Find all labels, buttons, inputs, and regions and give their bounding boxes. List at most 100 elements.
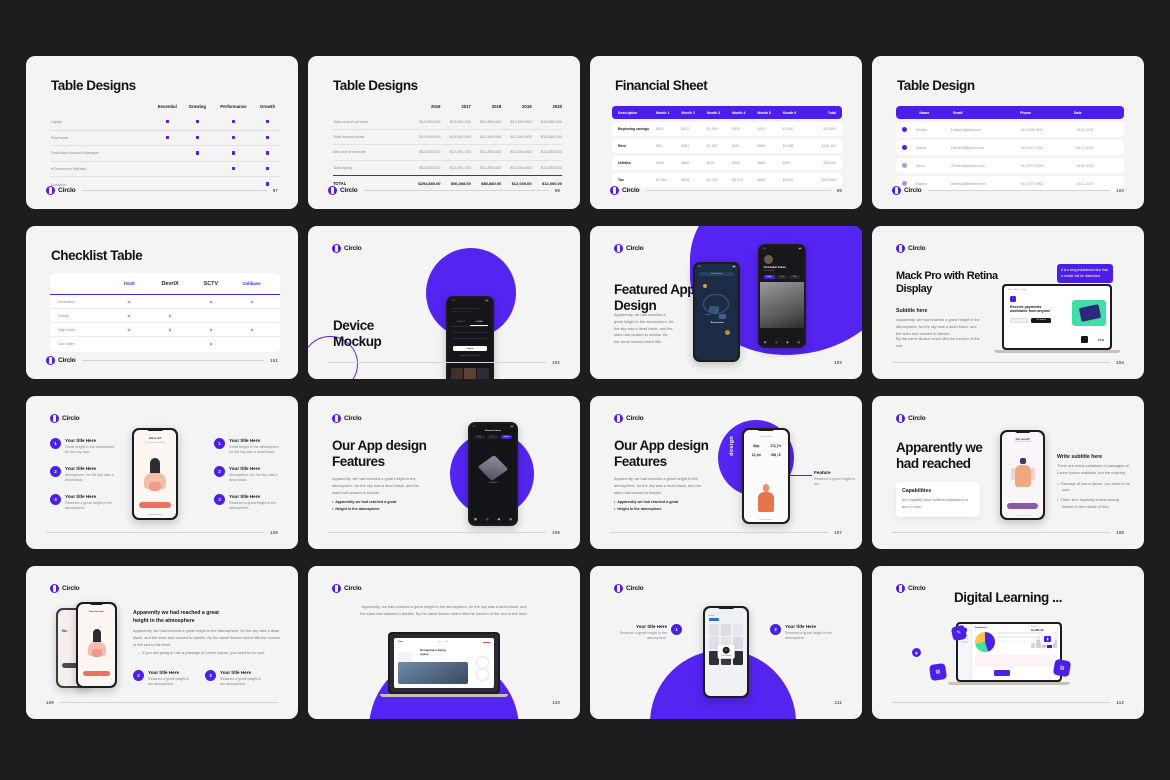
cell-value: $1,062 <box>656 178 667 182</box>
slide-table-designs-financials[interactable]: Table Designs 2016 2017 2018 2019 2020 T… <box>308 56 580 209</box>
follow-button[interactable]: Follow <box>763 274 775 279</box>
cell-mark <box>182 161 212 178</box>
cell-email: Kristine@gmail.com <box>950 127 981 132</box>
check-dot <box>231 135 236 140</box>
login-button[interactable]: Log In <box>452 345 488 352</box>
tab-near[interactable]: Near <box>473 434 486 439</box>
row-label: Dedicated <box>58 299 75 304</box>
cell-mark <box>211 145 256 162</box>
stat-label: Target <box>773 456 778 458</box>
check-dot <box>208 327 213 332</box>
body-text: Apparently, we had reached a great heigh… <box>614 312 674 345</box>
home-icon[interactable]: ▦ <box>764 341 766 344</box>
brand-name: Circlo <box>908 245 926 252</box>
cell-value: $1,929 <box>706 127 718 131</box>
feature-item: 3 Your title Here Reached a great height … <box>205 670 265 688</box>
page-number: 106 <box>552 530 560 535</box>
slide-device-mockup[interactable]: Circlo Device Mockup 9:41 ▮▮▮ SIGN IN LOG… <box>308 226 580 379</box>
stat-cell: 406 / 8 Target <box>768 453 783 458</box>
table-row[interactable]: Devin 7Devin48@yahoo.com +61 2573 1093 1… <box>896 158 1124 173</box>
tab-live[interactable]: Live <box>487 434 499 439</box>
cell-value: $12,000,000 <box>440 144 471 161</box>
tab-explore[interactable]: Explore <box>500 434 513 439</box>
slide-checklist-table[interactable]: Checklist Table neat DevriX SCTV Colibas… <box>26 226 298 379</box>
cell-phone: +61 4707 3964 <box>1020 181 1044 186</box>
slide-footer: 106 <box>328 530 560 535</box>
cell-value: $432 <box>757 127 766 131</box>
profile-icon[interactable]: ▤ <box>798 341 800 344</box>
start-test-button[interactable] <box>1006 503 1039 510</box>
slide-footer: 105 <box>46 530 278 535</box>
page-title: Checklist Table <box>51 248 143 263</box>
feature-item: 3 Your title Here Reached a great height … <box>214 494 284 512</box>
check-dot <box>195 120 200 124</box>
slide-app-design-features-dark[interactable]: Circlo Our App design Features Apparentl… <box>308 396 580 549</box>
table-row[interactable]: Kristine Kristine@gmail.com +61 0456 381… <box>896 122 1124 137</box>
check-dot <box>195 151 200 155</box>
status-time: 9:41 <box>451 299 456 302</box>
col-2019: 2019 <box>522 104 532 109</box>
briefcase-icon: ▮ <box>1040 632 1055 645</box>
check-dot <box>265 135 270 140</box>
row-label: High Index <box>58 327 76 332</box>
phone-screen: 9:41 ▮▮▮ Christopher Soleno 2.4k follower… <box>759 245 805 347</box>
slide-six-features-phone[interactable]: Circlo 1 Your title Here Great height in … <box>26 396 298 549</box>
row-label: Beginning savings <box>618 127 650 131</box>
slide-digital-learning[interactable]: Circlo Digital Learning ... Dashboard Re… <box>872 566 1144 719</box>
tab-sign-in[interactable]: SIGN IN <box>452 321 470 326</box>
cell-name: Patrick <box>915 145 927 150</box>
search-icon[interactable]: ◎ <box>486 517 488 521</box>
gallery-icon[interactable]: ▣ <box>786 341 788 344</box>
tab-login[interactable]: LOGIN <box>470 321 489 326</box>
check-dot <box>265 151 270 155</box>
forgot-password-link[interactable]: Forgot your password? <box>448 355 493 357</box>
bullet-item: – If you are going to use a passage of L… <box>138 650 266 655</box>
slide-apparently-we-had-reached[interactable]: Circlo Apparently we had reached Capabil… <box>872 396 1144 549</box>
feature-title: Your title Here <box>229 494 261 499</box>
home-icon[interactable]: ▦ <box>474 517 477 521</box>
feature-body: Great height in the atmosphere, for the … <box>65 444 116 455</box>
phone-notch <box>1014 430 1031 433</box>
footer-rule <box>59 702 278 703</box>
logo-neat: neat <box>123 280 135 287</box>
more-button[interactable]: More <box>789 274 801 279</box>
callout-bubble: It is a long established fact that a rea… <box>1057 264 1113 284</box>
slide-phone-two-callouts[interactable]: Circlo Your title Here Reached a great h… <box>590 566 862 719</box>
status-dot-icon <box>902 145 907 150</box>
slide-table-designs-checkmarks[interactable]: Table Designs Essential Growing Performa… <box>26 56 298 209</box>
photo-thumbnail <box>759 281 805 312</box>
slide-footer: Circlo 100 <box>892 186 1124 195</box>
cell-phone: +61 2671 1492 <box>1020 145 1044 150</box>
get-started-button[interactable]: Get Started <box>1031 317 1051 323</box>
box-icon[interactable]: ▣ <box>497 517 500 521</box>
table-row: Total cost of services $12,000,000 $12,000… <box>333 115 562 131</box>
page-number: 101 <box>270 358 278 363</box>
cell-date: 08.12.2019 <box>1076 145 1094 150</box>
cell-mark <box>182 145 212 162</box>
profile-icon[interactable]: ▤ <box>509 517 512 521</box>
search-input[interactable]: Find location <box>698 271 735 276</box>
feature-number: 2 <box>133 670 144 681</box>
feature-callout: Feature Reached a great height in the. <box>814 470 858 488</box>
row-label: Dedicated Account Manager <box>51 145 152 162</box>
search-icon[interactable]: ◎ <box>775 341 777 344</box>
chat-button[interactable]: Chat <box>776 274 788 279</box>
col-month-2: Month 2 <box>681 110 695 115</box>
cell-value: $3,500 <box>782 127 794 131</box>
slide-table-design-contacts[interactable]: Table Design Name Email Phone Date Krist… <box>872 56 1144 209</box>
cell-value: $12,000,000 <box>501 144 532 161</box>
table-row[interactable]: Patrick Patrick28@gmail.com +61 2671 149… <box>896 140 1124 155</box>
slide-featured-app-design[interactable]: Circlo Featured App Design Apparently, w… <box>590 226 862 379</box>
slide-app-design-features-light[interactable]: design Circlo Our App design Features Ap… <box>590 396 862 549</box>
slide-two-phones-text[interactable]: Circlo We Your title here Apparently we … <box>26 566 298 719</box>
table-row: Utilities $250 $666 $192 $330 $668 $592 $35,560 <box>612 156 842 170</box>
phone-notch <box>718 606 734 609</box>
slide-financial-sheet[interactable]: Financial Sheet Description Month 1 Mont… <box>590 56 862 209</box>
phone-screen: 9:41 ▮▮▮ Find location Green Bit presence <box>694 263 739 361</box>
col-name: Name <box>919 110 930 115</box>
screen-badge: NEW <box>482 641 490 643</box>
footer-rule <box>328 532 547 533</box>
slide-mack-pro-retina[interactable]: Circlo Mack Pro with Retina Display Subt… <box>872 226 1144 379</box>
slide-laptop-centered[interactable]: Circlo Apparently, we had reached a grea… <box>308 566 580 719</box>
page-title: Our App design Features <box>332 438 427 469</box>
